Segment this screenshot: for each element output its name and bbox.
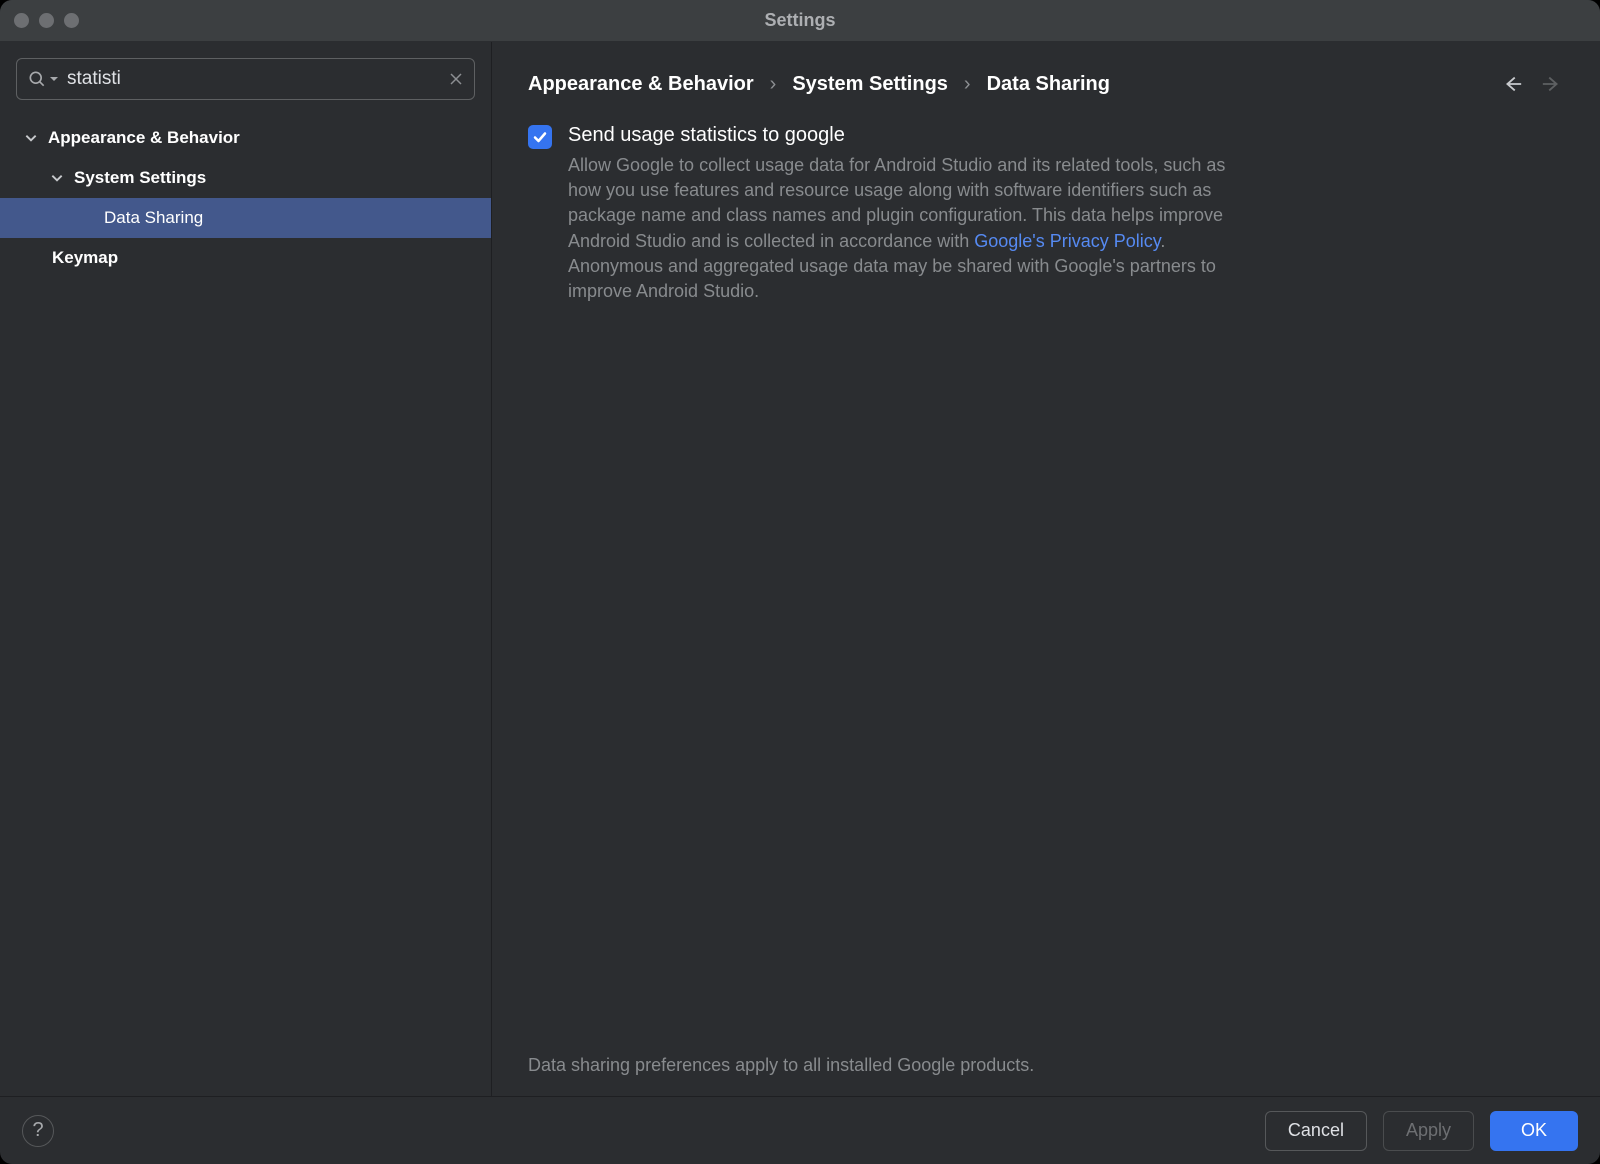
- settings-tree: Appearance & Behavior System Settings Da…: [0, 108, 491, 278]
- arrow-right-icon: [1541, 73, 1563, 95]
- footer: ? Cancel Apply OK: [0, 1096, 1600, 1164]
- tree-label: System Settings: [74, 168, 206, 188]
- help-icon: ?: [32, 1119, 43, 1142]
- chevron-down-icon: [50, 171, 64, 185]
- ok-button[interactable]: OK: [1490, 1111, 1578, 1151]
- setting-label[interactable]: Send usage statistics to google: [568, 124, 1228, 147]
- tree-label: Data Sharing: [104, 208, 203, 228]
- window-title: Settings: [0, 10, 1600, 31]
- search-options-icon[interactable]: [49, 74, 59, 84]
- setting-send-usage-stats: Send usage statistics to google Allow Go…: [528, 124, 1564, 304]
- check-icon: [532, 129, 548, 145]
- arrow-left-icon: [1501, 73, 1523, 95]
- breadcrumb-item[interactable]: Appearance & Behavior: [528, 73, 754, 96]
- breadcrumb-separator: ›: [770, 73, 777, 96]
- chevron-down-icon: [24, 131, 38, 145]
- cancel-button[interactable]: Cancel: [1265, 1111, 1367, 1151]
- forward-button: [1540, 72, 1564, 96]
- breadcrumb-item-current: Data Sharing: [987, 73, 1110, 96]
- titlebar: Settings: [0, 0, 1600, 42]
- help-button[interactable]: ?: [22, 1115, 54, 1147]
- tree-item-data-sharing[interactable]: Data Sharing: [0, 198, 491, 238]
- tree-item-keymap[interactable]: Keymap: [0, 238, 491, 278]
- back-button[interactable]: [1500, 72, 1524, 96]
- search-field[interactable]: [16, 58, 475, 100]
- tree-label: Appearance & Behavior: [48, 128, 240, 148]
- setting-description: Allow Google to collect usage data for A…: [568, 153, 1228, 304]
- send-usage-stats-checkbox[interactable]: [528, 125, 552, 149]
- search-icon: [27, 69, 47, 89]
- main-panel: Appearance & Behavior › System Settings …: [492, 42, 1600, 1096]
- clear-search-icon[interactable]: [448, 71, 464, 87]
- settings-window: Settings Appearance & Behavior Sys: [0, 0, 1600, 1164]
- tree-item-appearance-behavior[interactable]: Appearance & Behavior: [0, 118, 491, 158]
- breadcrumb: Appearance & Behavior › System Settings …: [528, 73, 1110, 96]
- search-input[interactable]: [59, 68, 448, 90]
- footnote: Data sharing preferences apply to all in…: [528, 1055, 1564, 1096]
- apply-button: Apply: [1383, 1111, 1474, 1151]
- breadcrumb-item[interactable]: System Settings: [792, 73, 948, 96]
- tree-item-system-settings[interactable]: System Settings: [0, 158, 491, 198]
- sidebar: Appearance & Behavior System Settings Da…: [0, 42, 492, 1096]
- privacy-policy-link[interactable]: Google's Privacy Policy: [974, 231, 1160, 251]
- tree-label: Keymap: [52, 248, 118, 268]
- breadcrumb-separator: ›: [964, 73, 971, 96]
